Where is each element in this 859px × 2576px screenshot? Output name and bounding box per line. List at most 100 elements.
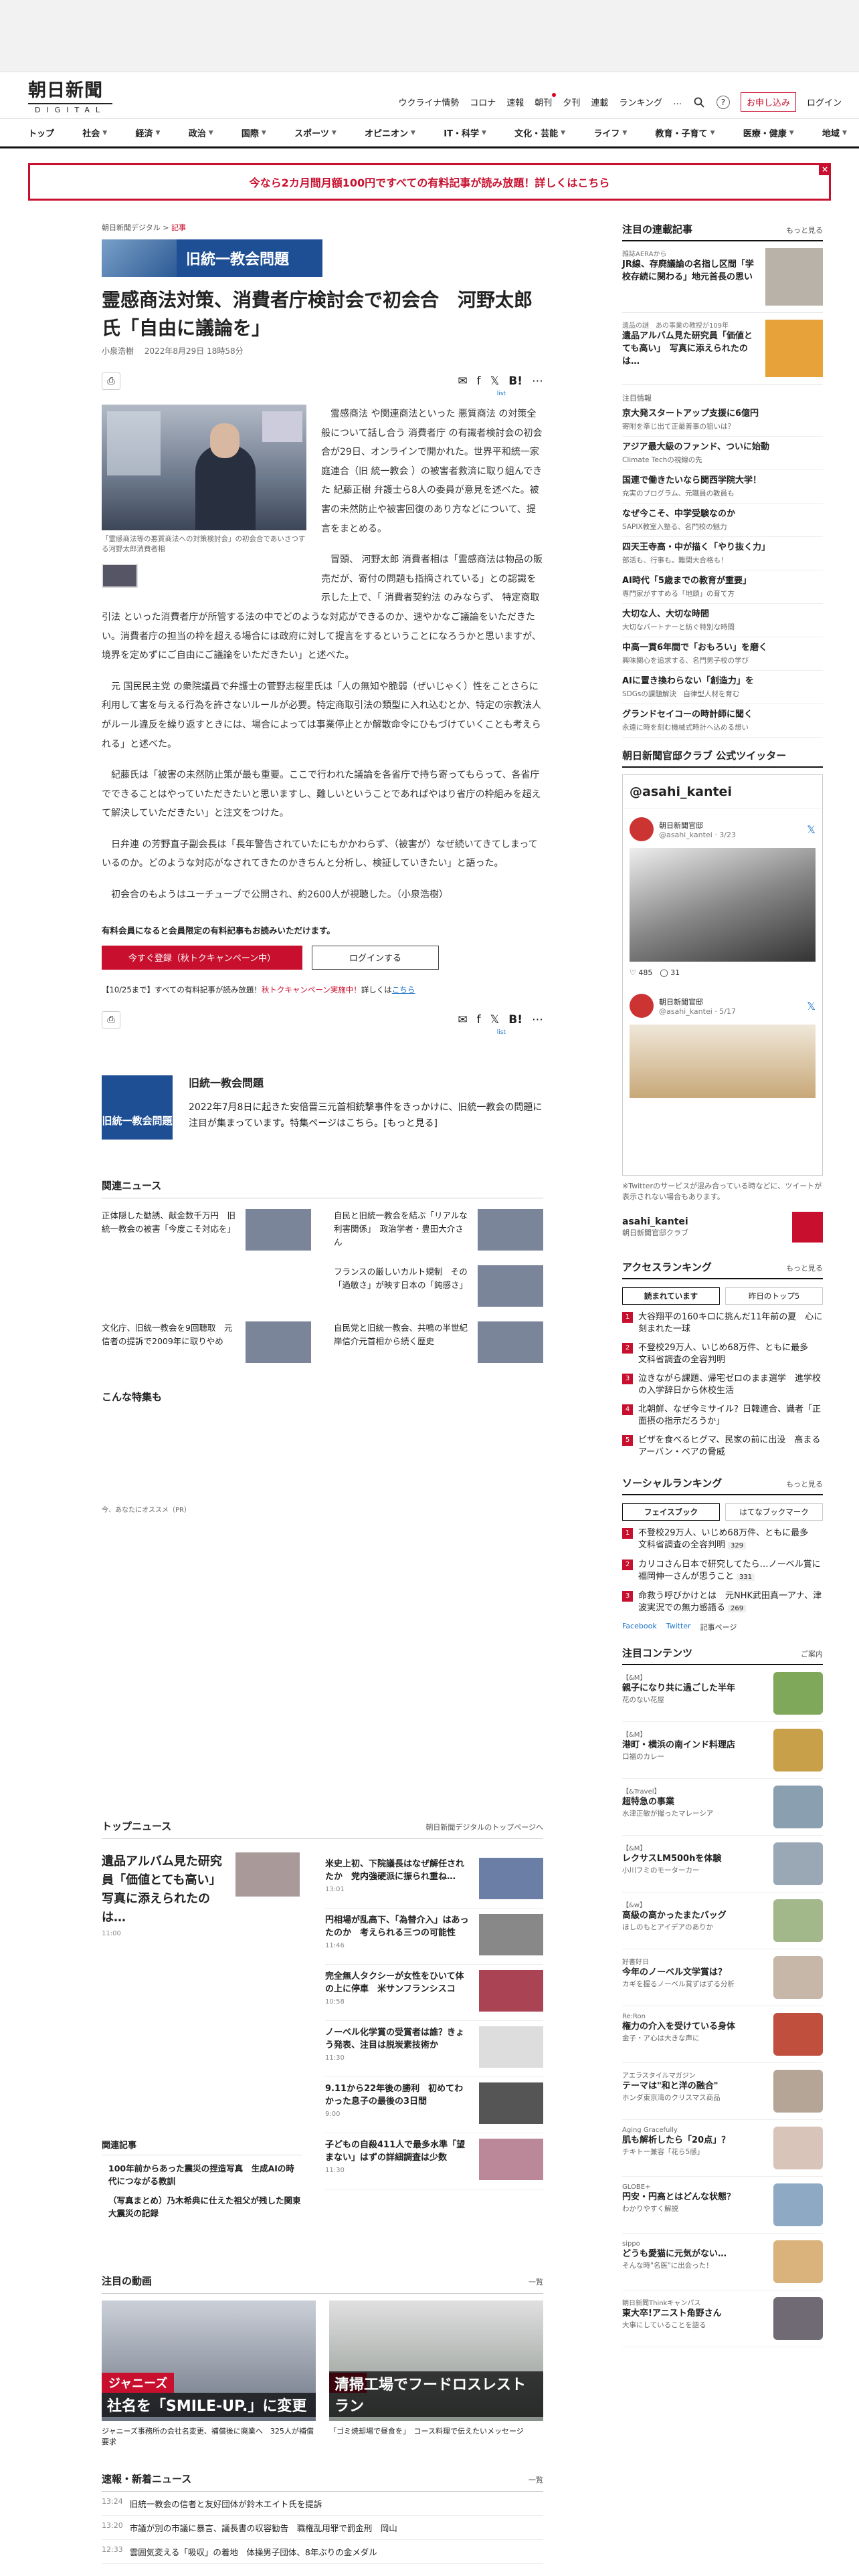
social-title[interactable]: ソーシャルランキング [622, 1476, 722, 1490]
news-item[interactable]: 円相場が乱高下、「為替介入」はあったのか 考えられる三つの可能性 11:46 [325, 1909, 543, 1965]
video-thumbnail[interactable]: 広島 清掃工場でフードロスレストラン [329, 2300, 543, 2421]
video-thumbnail[interactable]: ジャニーズ 社名を「SMILE-UP.」に変更 [102, 2300, 316, 2421]
news-item[interactable]: 子どもの自殺411人で最多水準「望まない」はずの詳細調査は少数 11:30 [325, 2133, 543, 2189]
related-item[interactable]: フランスの厳しいカルト規制 その「過敏さ」が映す日本の「鈍感さ」 [334, 1265, 543, 1307]
nav-more[interactable]: … [673, 97, 682, 107]
hatena-icon[interactable]: B! [508, 1013, 522, 1027]
social-item[interactable]: 1 不登校29万人、いじめ68万件、ともに最多 文科省調査の全容判明 329 [622, 1527, 823, 1552]
ad-item[interactable]: AI時代「5歳までの教育が重要」 専門家がすすめる「地頭」の育て方 [622, 570, 823, 604]
ad-item[interactable]: 京大発スタートアップ支援に6億円 寄附を準じ出て正最善事の狙いは？ [622, 403, 823, 437]
ranking-item[interactable]: 5 ピザを食べるヒグマ、民家の前に出没 高まるアーバン・ベアの脅威 [622, 1434, 823, 1459]
more-link[interactable]: もっと見る [786, 225, 823, 235]
help-icon[interactable]: ? [716, 95, 730, 109]
content-item[interactable]: 朝日新聞Thinkキャンパス 東大卒!アニスト角野さん 大事にしていることを語る [622, 2290, 823, 2347]
campaign-banner[interactable]: 今なら2カ月間月額100円ですべての有料記事が読み放題！詳しくはこちら × [28, 163, 831, 201]
series-title[interactable]: 注目の連載記事 [622, 222, 692, 236]
cat-international[interactable]: 国際 ▼ [242, 126, 266, 139]
content-item[interactable]: 【&M】 港町・横浜の南インド料理店 口福のカレー [622, 1722, 823, 1779]
cat-opinion[interactable]: オピニオン ▼ [365, 126, 415, 139]
content-item[interactable]: 好書好日 今年のノーベル文学賞は？ カギを握るノーベル賞ずはずる分析 [622, 1949, 823, 2006]
related-item[interactable]: 文化庁、旧統一教会を9回聴取 元信者の提訴で2009年に取りやめ [102, 1321, 311, 1363]
nav-evening[interactable]: 夕刊 [563, 96, 580, 108]
video-card[interactable]: 広島 清掃工場でフードロスレストラン 「ゴミ焼却場で昼食を」 コース料理で伝えた… [329, 2300, 543, 2448]
tweet-photo[interactable] [630, 848, 816, 962]
search-icon[interactable] [692, 96, 706, 109]
ranking-item[interactable]: 1 大谷翔平の160キロに挑んだ11年前の夏 心に刻まれた一球 [622, 1311, 823, 1335]
more-icon[interactable]: ⋯ [532, 1013, 543, 1027]
cat-health[interactable]: 医療・健康 ▼ [743, 126, 794, 139]
cat-politics[interactable]: 政治 ▼ [189, 126, 213, 139]
tweet[interactable]: 朝日新聞官邸 @asahi_kantei · 5/17 𝕏 [623, 986, 822, 1106]
cat-it-science[interactable]: IT・科学 ▼ [444, 126, 486, 139]
ranking-item[interactable]: 2 不登校29万人、いじめ68万件、ともに最多 文科省調査の全容判明 [622, 1342, 823, 1366]
facebook-link[interactable]: Facebook [622, 1622, 657, 1632]
facebook-icon[interactable]: f [477, 374, 481, 388]
top-news-more[interactable]: 朝日新聞デジタルのトップページへ [425, 1822, 543, 1832]
photo-thumbnail[interactable] [102, 564, 138, 588]
cat-sports[interactable]: スポーツ ▼ [294, 126, 337, 139]
list-label[interactable]: list [497, 1029, 506, 1036]
related-item[interactable]: 自民と旧統一教会を結ぶ「リアルな利害関係」 政治学者・豊田大介さん [334, 1208, 543, 1251]
breaking-item[interactable]: 12:33 雲囲気変える「吸収」の着地 体操男子団体、8年ぶりの金メダル [102, 2540, 543, 2564]
news-item[interactable]: 米史上初、下院議長はなぜ解任されたか 党内強硬派に振られ重ね… 13:01 [325, 1852, 543, 1909]
nav-ukraine[interactable]: ウクライナ情勢 [399, 96, 460, 108]
cat-education[interactable]: 教育・子育て ▼ [656, 126, 715, 139]
twitter-icon[interactable]: 𝕏 [490, 374, 500, 388]
content-item[interactable]: 【&M】 親子になり共に過ごした半年 花のない花屋 [622, 1665, 823, 1722]
breadcrumb-site[interactable]: 朝日新聞デジタル [102, 223, 161, 232]
related-item[interactable]: 自民党と旧統一教会、共鳴の半世紀 岸信介元首相から続く歴史 [334, 1321, 543, 1363]
account-card[interactable]: asahi_kantei 朝日新聞官邸クラブ [622, 1212, 823, 1243]
ad-item[interactable]: AIに置き換わらない「創造力」を SDGsの課題解決 自律型人材を育む [622, 671, 823, 704]
mail-icon[interactable]: ✉ [458, 1013, 467, 1027]
nav-ranking[interactable]: ランキング [619, 96, 662, 108]
content-item[interactable]: 【&Travel】 超特急の事業 水津正敏が撮ったマレーシア [622, 1779, 823, 1836]
site-logo[interactable]: 朝日新聞 DIGITAL [28, 80, 112, 114]
nav-breaking[interactable]: 速報 [506, 96, 524, 108]
list-label[interactable]: list [497, 391, 506, 397]
related-article[interactable]: （写真まとめ）乃木希典に仕えた祖父が残した関東大震災の記録 [102, 2194, 302, 2220]
feature-title[interactable]: 旧統一教会問題 [189, 1075, 543, 1091]
print-icon[interactable]: ⎙ [102, 372, 120, 390]
videos-more[interactable]: 一覧 [529, 2276, 543, 2287]
nav-morning[interactable]: 朝刊 [535, 93, 557, 108]
twitter-handle[interactable]: @asahi_kantei [623, 775, 822, 809]
login-button[interactable]: ログインする [312, 945, 439, 970]
series-item[interactable]: 遺品の謎 あの事業の教授が109年 遺品アルバム見た研究員「価値とても高い」 写真… [622, 313, 823, 385]
twitter-link[interactable]: Twitter [666, 1622, 691, 1632]
ad-item[interactable]: 大切な人、大切な時間 大切なパートナーと紡ぐ特別な時間 [622, 604, 823, 637]
close-icon[interactable]: × [819, 163, 831, 175]
twitter-widget[interactable]: @asahi_kantei 朝日新聞官邸 @asahi_kantei · 3/23… [622, 774, 823, 1176]
ad-item[interactable]: なぜ今こそ、中学受験なのか SAPIX教室入塾る、名門校の魅力 [622, 504, 823, 537]
breaking-item[interactable]: 13:24 旧統一教会の信者と友好団体が鈴木エイト氏を提訴 [102, 2492, 543, 2516]
cat-region[interactable]: 地域 ▼ [822, 126, 847, 139]
promo-link[interactable]: こちら [392, 985, 415, 994]
ad-item[interactable]: 中高一貫6年間で「おもろい」を磨く 興味関心を追求する、名門男子校の学び [622, 637, 823, 671]
tab-read[interactable]: 読まれています [622, 1287, 720, 1305]
ranking-title[interactable]: アクセスランキング [622, 1260, 712, 1274]
mail-icon[interactable]: ✉ [458, 374, 467, 388]
tweet-photo[interactable] [630, 1025, 816, 1098]
print-icon[interactable]: ⎙ [102, 1010, 120, 1029]
tab-hatena[interactable]: はてなブックマーク [725, 1503, 823, 1521]
breaking-item[interactable]: 13:20 市議が別の市議に暴言、議長書の収容勧告 職権乱用罪で罰金刑 岡山 [102, 2516, 543, 2540]
content-item[interactable]: アエラスタイルマガジン テーマは"和と洋の融合" ホンダ東京湾のクリスマス商品 [622, 2063, 823, 2120]
ranking-item[interactable]: 4 北朝鮮、なぜ今ミサイル？日韓連合、識者「正面摂の指示だろうか」 [622, 1404, 823, 1428]
content-more[interactable]: ご案内 [801, 1648, 823, 1659]
content-item[interactable]: sippo どうも愛猫に元気がない… そんな時"名医"に出会った！ [622, 2234, 823, 2290]
news-item[interactable]: ノーベル化学賞の受賞者は誰？きょう発表、注目は脱炭素技術か 11:30 [325, 2021, 543, 2077]
login-link[interactable]: ログイン [807, 96, 842, 108]
topic-banner[interactable]: 旧統一教会問題 [102, 239, 322, 277]
video-card[interactable]: ジャニーズ 社名を「SMILE-UP.」に変更 ジャニーズ事務所の会社名変更、補… [102, 2300, 316, 2448]
facebook-icon[interactable]: f [477, 1013, 481, 1027]
social-item[interactable]: 2 カリコさん日本で研究してたら…ノーベル賞に福岡伸一さんが思うこと 331 [622, 1559, 823, 1584]
twitter-icon[interactable]: 𝕏 [490, 1013, 500, 1027]
more-link[interactable]: もっと見る [786, 1479, 823, 1489]
lead-story[interactable]: 遺品アルバム見た研究員「価値とても高い」 写真に添えられたのは… 11:00 [102, 1852, 302, 1937]
content-item[interactable]: GLOBE+ 円安・円高とはどんな状態？ わかりやすく解説 [622, 2177, 823, 2234]
social-item[interactable]: 3 命救う呼びかけとは 元NHK武田真一アナ、津波実況での無力感語る 269 [622, 1590, 823, 1615]
ad-item[interactable]: 四天王寺高・中が描く「やり抜く力」 部活も、行事も。難関大合格も！ [622, 537, 823, 570]
ad-item[interactable]: 国連で働きたいなら関西学院大学！ 充実のプログラム、元職員の教員も [622, 470, 823, 504]
article-photo[interactable] [102, 405, 306, 530]
nav-corona[interactable]: コロナ [470, 96, 496, 108]
tab-yesterday[interactable]: 昨日のトップ5 [725, 1287, 823, 1305]
